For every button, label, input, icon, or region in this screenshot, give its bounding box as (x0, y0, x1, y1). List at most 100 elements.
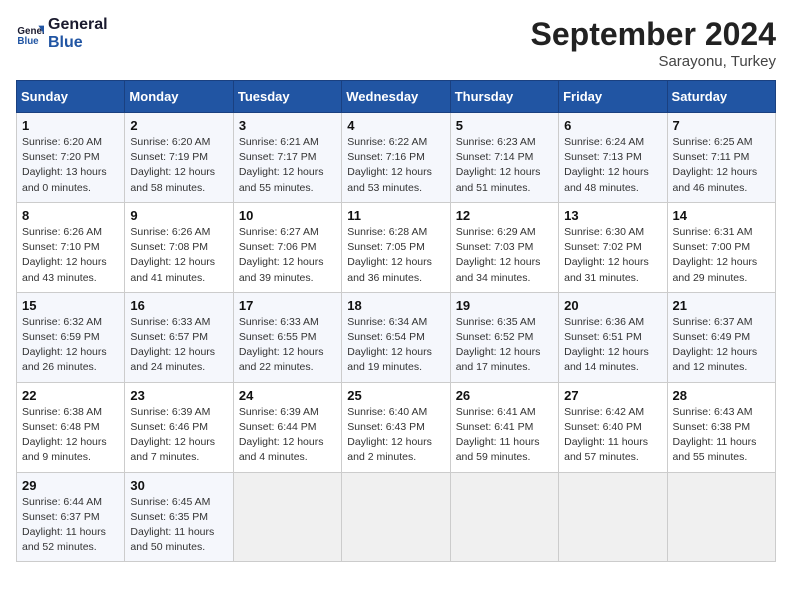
day-detail: Sunrise: 6:43 AM Sunset: 6:38 PM Dayligh… (673, 405, 770, 466)
day-detail: Sunrise: 6:25 AM Sunset: 7:11 PM Dayligh… (673, 135, 770, 196)
calendar-cell: 12 Sunrise: 6:29 AM Sunset: 7:03 PM Dayli… (450, 202, 558, 292)
calendar-cell: 6 Sunrise: 6:24 AM Sunset: 7:13 PM Daylig… (559, 113, 667, 203)
day-number: 23 (130, 388, 227, 403)
day-number: 18 (347, 298, 444, 313)
calendar-cell: 13 Sunrise: 6:30 AM Sunset: 7:02 PM Dayli… (559, 202, 667, 292)
calendar-cell: 24Sunrise: 6:39 AM Sunset: 6:44 PM Dayli… (233, 382, 341, 472)
col-header-sunday: Sunday (17, 81, 125, 113)
day-detail: Sunrise: 6:33 AM Sunset: 6:55 PM Dayligh… (239, 315, 336, 376)
calendar-cell: 14 Sunrise: 6:31 AM Sunset: 7:00 PM Dayli… (667, 202, 775, 292)
calendar-cell: 15 Sunrise: 6:32 AM Sunset: 6:59 PM Dayli… (17, 292, 125, 382)
calendar-cell: 27 Sunrise: 6:42 AM Sunset: 6:40 PM Dayli… (559, 382, 667, 472)
calendar-cell: 16 Sunrise: 6:33 AM Sunset: 6:57 PM Dayli… (125, 292, 233, 382)
calendar-cell: 4 Sunrise: 6:22 AM Sunset: 7:16 PM Daylig… (342, 113, 450, 203)
calendar-cell: 19Sunrise: 6:35 AM Sunset: 6:52 PM Dayli… (450, 292, 558, 382)
day-detail: Sunrise: 6:29 AM Sunset: 7:03 PM Dayligh… (456, 225, 553, 286)
location-subtitle: Sarayonu, Turkey (531, 53, 776, 70)
calendar-cell: 1 Sunrise: 6:20 AM Sunset: 7:20 PM Daylig… (17, 113, 125, 203)
day-detail: Sunrise: 6:38 AM Sunset: 6:48 PM Dayligh… (22, 405, 119, 466)
day-number: 22 (22, 388, 119, 403)
day-number: 9 (130, 208, 227, 223)
week-row-5: 29Sunrise: 6:44 AM Sunset: 6:37 PM Dayli… (17, 472, 776, 562)
day-number: 8 (22, 208, 119, 223)
day-detail: Sunrise: 6:41 AM Sunset: 6:41 PM Dayligh… (456, 405, 553, 466)
day-number: 14 (673, 208, 770, 223)
day-number: 12 (456, 208, 553, 223)
day-detail: Sunrise: 6:40 AM Sunset: 6:43 PM Dayligh… (347, 405, 444, 466)
day-number: 3 (239, 118, 336, 133)
calendar-cell (559, 472, 667, 562)
calendar-cell: 25Sunrise: 6:40 AM Sunset: 6:43 PM Dayli… (342, 382, 450, 472)
day-number: 17 (239, 298, 336, 313)
week-row-4: 22 Sunrise: 6:38 AM Sunset: 6:48 PM Dayli… (17, 382, 776, 472)
calendar-cell: 11Sunrise: 6:28 AM Sunset: 7:05 PM Dayli… (342, 202, 450, 292)
col-header-monday: Monday (125, 81, 233, 113)
week-row-2: 8Sunrise: 6:26 AM Sunset: 7:10 PM Daylig… (17, 202, 776, 292)
logo-blue: Blue (48, 34, 108, 52)
calendar-cell: 18 Sunrise: 6:34 AM Sunset: 6:54 PM Dayli… (342, 292, 450, 382)
day-detail: Sunrise: 6:20 AM Sunset: 7:19 PM Dayligh… (130, 135, 227, 196)
month-title: September 2024 (531, 16, 776, 53)
col-header-thursday: Thursday (450, 81, 558, 113)
day-number: 16 (130, 298, 227, 313)
day-number: 5 (456, 118, 553, 133)
day-detail: Sunrise: 6:23 AM Sunset: 7:14 PM Dayligh… (456, 135, 553, 196)
day-detail: Sunrise: 6:34 AM Sunset: 6:54 PM Dayligh… (347, 315, 444, 376)
col-header-saturday: Saturday (667, 81, 775, 113)
calendar-cell (667, 472, 775, 562)
day-number: 15 (22, 298, 119, 313)
day-number: 27 (564, 388, 661, 403)
calendar-cell: 10 Sunrise: 6:27 AM Sunset: 7:06 PM Dayli… (233, 202, 341, 292)
calendar-cell: 17 Sunrise: 6:33 AM Sunset: 6:55 PM Dayli… (233, 292, 341, 382)
calendar-cell: 26Sunrise: 6:41 AM Sunset: 6:41 PM Dayli… (450, 382, 558, 472)
logo: General Blue General Blue (16, 16, 108, 51)
col-header-wednesday: Wednesday (342, 81, 450, 113)
day-detail: Sunrise: 6:37 AM Sunset: 6:49 PM Dayligh… (673, 315, 770, 376)
day-number: 28 (673, 388, 770, 403)
day-detail: Sunrise: 6:42 AM Sunset: 6:40 PM Dayligh… (564, 405, 661, 466)
day-number: 7 (673, 118, 770, 133)
day-number: 11 (347, 208, 444, 223)
calendar-cell: 7 Sunrise: 6:25 AM Sunset: 7:11 PM Daylig… (667, 113, 775, 203)
calendar-cell: 22 Sunrise: 6:38 AM Sunset: 6:48 PM Dayli… (17, 382, 125, 472)
day-number: 10 (239, 208, 336, 223)
day-detail: Sunrise: 6:32 AM Sunset: 6:59 PM Dayligh… (22, 315, 119, 376)
day-number: 21 (673, 298, 770, 313)
day-number: 2 (130, 118, 227, 133)
day-detail: Sunrise: 6:20 AM Sunset: 7:20 PM Dayligh… (22, 135, 119, 196)
day-detail: Sunrise: 6:24 AM Sunset: 7:13 PM Dayligh… (564, 135, 661, 196)
week-row-3: 15 Sunrise: 6:32 AM Sunset: 6:59 PM Dayli… (17, 292, 776, 382)
day-number: 4 (347, 118, 444, 133)
day-number: 20 (564, 298, 661, 313)
day-detail: Sunrise: 6:21 AM Sunset: 7:17 PM Dayligh… (239, 135, 336, 196)
title-block: September 2024 Sarayonu, Turkey (531, 16, 776, 70)
calendar-cell: 21 Sunrise: 6:37 AM Sunset: 6:49 PM Dayli… (667, 292, 775, 382)
calendar-cell: 9 Sunrise: 6:26 AM Sunset: 7:08 PM Daylig… (125, 202, 233, 292)
calendar-cell (233, 472, 341, 562)
day-number: 13 (564, 208, 661, 223)
day-number: 1 (22, 118, 119, 133)
day-detail: Sunrise: 6:36 AM Sunset: 6:51 PM Dayligh… (564, 315, 661, 376)
calendar-cell: 29Sunrise: 6:44 AM Sunset: 6:37 PM Dayli… (17, 472, 125, 562)
day-detail: Sunrise: 6:39 AM Sunset: 6:46 PM Dayligh… (130, 405, 227, 466)
svg-text:Blue: Blue (17, 35, 39, 46)
day-detail: Sunrise: 6:31 AM Sunset: 7:00 PM Dayligh… (673, 225, 770, 286)
col-header-tuesday: Tuesday (233, 81, 341, 113)
day-detail: Sunrise: 6:27 AM Sunset: 7:06 PM Dayligh… (239, 225, 336, 286)
day-detail: Sunrise: 6:26 AM Sunset: 7:08 PM Dayligh… (130, 225, 227, 286)
day-detail: Sunrise: 6:30 AM Sunset: 7:02 PM Dayligh… (564, 225, 661, 286)
calendar-header-row: SundayMondayTuesdayWednesdayThursdayFrid… (17, 81, 776, 113)
calendar-cell: 8Sunrise: 6:26 AM Sunset: 7:10 PM Daylig… (17, 202, 125, 292)
day-number: 6 (564, 118, 661, 133)
day-detail: Sunrise: 6:44 AM Sunset: 6:37 PM Dayligh… (22, 495, 119, 556)
day-detail: Sunrise: 6:22 AM Sunset: 7:16 PM Dayligh… (347, 135, 444, 196)
calendar-cell: 2 Sunrise: 6:20 AM Sunset: 7:19 PM Daylig… (125, 113, 233, 203)
day-number: 30 (130, 478, 227, 493)
calendar-cell: 5 Sunrise: 6:23 AM Sunset: 7:14 PM Daylig… (450, 113, 558, 203)
day-detail: Sunrise: 6:33 AM Sunset: 6:57 PM Dayligh… (130, 315, 227, 376)
day-detail: Sunrise: 6:45 AM Sunset: 6:35 PM Dayligh… (130, 495, 227, 556)
calendar-cell: 20 Sunrise: 6:36 AM Sunset: 6:51 PM Dayli… (559, 292, 667, 382)
calendar-cell (342, 472, 450, 562)
calendar-cell: 23 Sunrise: 6:39 AM Sunset: 6:46 PM Dayli… (125, 382, 233, 472)
day-detail: Sunrise: 6:35 AM Sunset: 6:52 PM Dayligh… (456, 315, 553, 376)
